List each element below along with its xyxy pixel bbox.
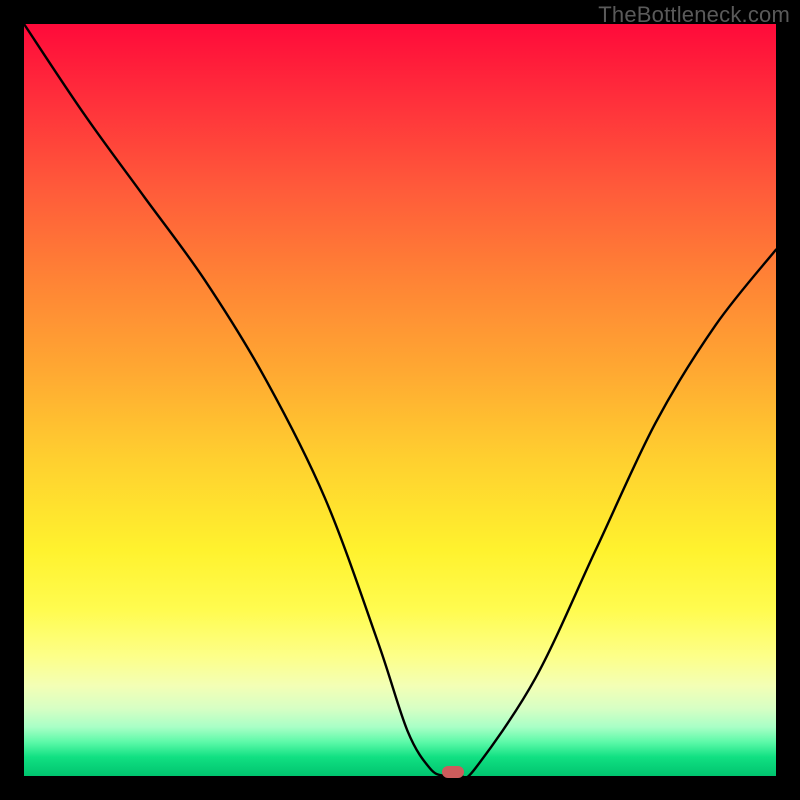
curve-path <box>24 24 776 776</box>
optimal-point-marker <box>442 766 464 778</box>
chart-frame: TheBottleneck.com <box>0 0 800 800</box>
bottleneck-curve <box>24 24 776 776</box>
watermark-text: TheBottleneck.com <box>598 2 790 28</box>
